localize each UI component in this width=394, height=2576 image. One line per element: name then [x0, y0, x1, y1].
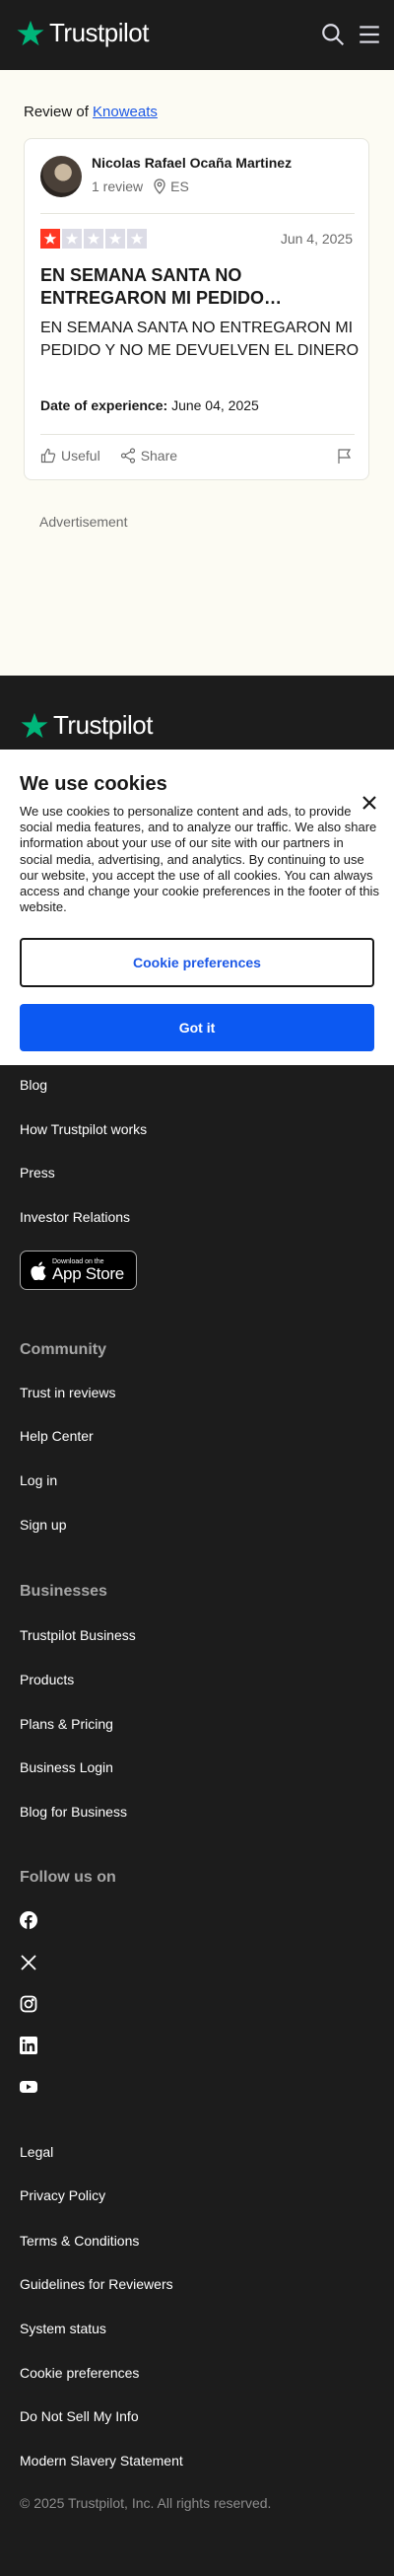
app-store-big-text: App Store — [52, 1264, 124, 1283]
copyright: © 2025 Trustpilot, Inc. All rights reser… — [20, 2495, 272, 2511]
cookie-banner-title: We use cookies — [20, 773, 167, 795]
experience-date: June 04, 2025 — [171, 397, 259, 413]
footer-link-blog[interactable]: Blog — [20, 1077, 47, 1093]
footer-link-system-status[interactable]: System status — [20, 2321, 106, 2336]
footer-link-do-not-sell[interactable]: Do Not Sell My Info — [20, 2408, 139, 2424]
avatar[interactable] — [40, 156, 82, 197]
linkedin-icon[interactable] — [20, 2037, 37, 2054]
cookie-banner-text: We use cookies to personalize content an… — [20, 804, 379, 915]
footer-link-cookie-preferences[interactable]: Cookie preferences — [20, 2365, 139, 2381]
search-icon[interactable] — [320, 22, 346, 47]
star-empty-icon — [127, 229, 147, 249]
report-flag-icon[interactable] — [337, 448, 353, 465]
app-store-badge[interactable]: Download on the App Store — [20, 1251, 137, 1290]
accept-cookies-button[interactable]: Got it — [20, 1004, 374, 1051]
reviewer-country: ES — [170, 179, 189, 194]
reviewer-location: ES — [153, 179, 189, 194]
trustpilot-logo[interactable]: Trustpilot — [16, 18, 149, 48]
star-filled-icon — [40, 229, 60, 249]
date-of-experience: Date of experience: June 04, 2025 — [40, 397, 259, 413]
x-twitter-icon[interactable] — [20, 1954, 37, 1971]
advertisement-label: Advertisement — [39, 514, 128, 530]
reviewer-meta: 1 review ES — [92, 179, 189, 194]
card-divider — [40, 434, 355, 435]
footer-link-legal[interactable]: Legal — [20, 2144, 53, 2160]
instagram-icon[interactable] — [20, 1995, 37, 2013]
experience-label: Date of experience: — [40, 397, 168, 413]
share-button[interactable]: Share — [120, 448, 177, 464]
footer-link-help-center[interactable]: Help Center — [20, 1428, 94, 1444]
footer-link-sign-up[interactable]: Sign up — [20, 1517, 66, 1533]
review-page-main: Review of Knoweats Nicolas Rafael Ocaña … — [0, 70, 394, 676]
footer-link-log-in[interactable]: Log in — [20, 1472, 57, 1488]
footer-link-trust-in-reviews[interactable]: Trust in reviews — [20, 1385, 116, 1400]
trustpilot-star-icon — [17, 20, 44, 45]
star-rating — [40, 229, 147, 249]
share-label: Share — [140, 448, 178, 464]
footer-link-modern-slavery-statement[interactable]: Modern Slavery Statement — [20, 2453, 183, 2469]
reviewer-name[interactable]: Nicolas Rafael Ocaña Martinez — [92, 155, 292, 171]
footer-heading-businesses: Businesses — [20, 1583, 107, 1600]
review-body: EN SEMANA SANTA NO ENTREGARON MI PEDIDO … — [40, 320, 360, 359]
cookie-preferences-button[interactable]: Cookie preferences — [20, 938, 374, 987]
review-of-line: Review of Knoweats — [24, 104, 158, 120]
footer-link-guidelines-for-reviewers[interactable]: Guidelines for Reviewers — [20, 2276, 173, 2292]
logo-text: Trustpilot — [49, 18, 149, 47]
thumbs-up-icon — [40, 448, 56, 464]
card-divider — [40, 213, 355, 214]
footer-heading-follow-us: Follow us on — [20, 1869, 116, 1886]
youtube-icon[interactable] — [20, 2078, 37, 2096]
facebook-icon[interactable] — [20, 1911, 37, 1929]
top-navigation-bar: Trustpilot — [0, 0, 394, 70]
footer-link-blog-for-business[interactable]: Blog for Business — [20, 1804, 127, 1820]
trustpilot-star-icon — [21, 712, 48, 738]
footer-trustpilot-logo[interactable]: Trustpilot — [20, 710, 153, 741]
company-link[interactable]: Knoweats — [93, 104, 158, 120]
footer-link-press[interactable]: Press — [20, 1165, 55, 1181]
apple-icon — [31, 1261, 46, 1280]
location-pin-icon — [154, 179, 165, 194]
share-icon — [120, 448, 135, 464]
review-of-prefix: Review of — [24, 104, 89, 120]
useful-label: Useful — [61, 448, 100, 464]
cookie-consent-banner: We use cookies We use cookies to persona… — [0, 750, 394, 1065]
footer-link-business-login[interactable]: Business Login — [20, 1759, 113, 1775]
footer-link-terms-conditions[interactable]: Terms & Conditions — [20, 2233, 139, 2249]
footer-link-products[interactable]: Products — [20, 1672, 74, 1687]
review-card: Nicolas Rafael Ocaña Martinez 1 review E… — [24, 138, 369, 480]
footer-link-investor-relations[interactable]: Investor Relations — [20, 1209, 130, 1225]
footer-link-plans-pricing[interactable]: Plans & Pricing — [20, 1716, 113, 1732]
review-title[interactable]: EN SEMANA SANTA NO ENTREGARON MI PEDIDO… — [40, 264, 356, 310]
star-empty-icon — [84, 229, 103, 249]
review-actions: Useful Share — [40, 448, 177, 464]
footer-link-privacy-policy[interactable]: Privacy Policy — [20, 2187, 105, 2203]
app-store-text: Download on the App Store — [52, 1258, 124, 1282]
star-empty-icon — [105, 229, 125, 249]
useful-button[interactable]: Useful — [40, 448, 100, 464]
footer-logo-text: Trustpilot — [53, 710, 153, 740]
review-date: Jun 4, 2025 — [280, 231, 353, 247]
hamburger-menu-icon[interactable] — [357, 22, 382, 47]
star-empty-icon — [62, 229, 82, 249]
footer-link-how-trustpilot-works[interactable]: How Trustpilot works — [20, 1121, 147, 1137]
footer-link-trustpilot-business[interactable]: Trustpilot Business — [20, 1627, 136, 1643]
footer-heading-community: Community — [20, 1341, 106, 1358]
review-count: 1 review — [92, 179, 144, 194]
